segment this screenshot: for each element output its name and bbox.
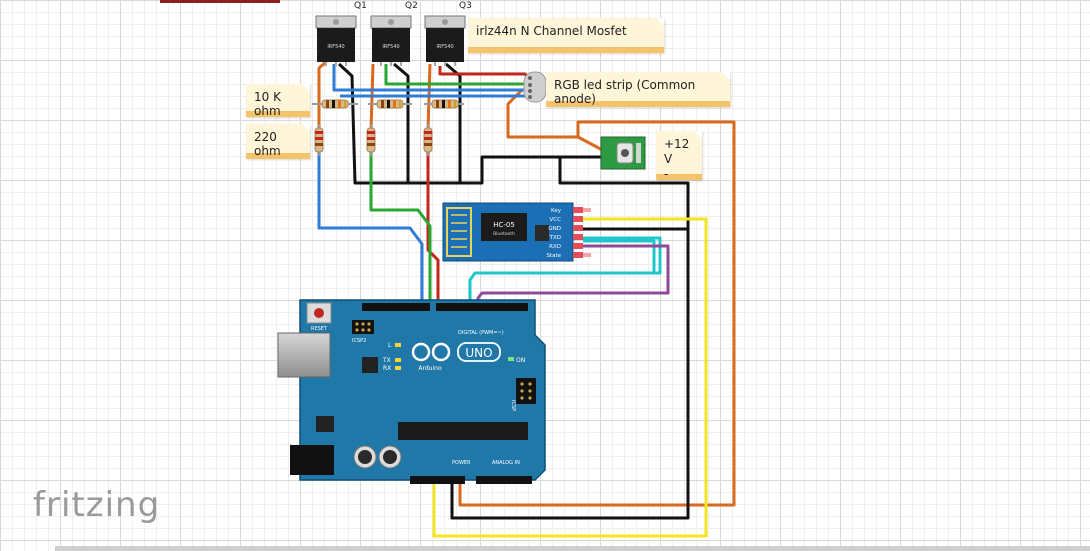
transistor-q3[interactable]: IRF540 Q3 [424,1,472,66]
wire-orange-q1[interactable] [317,60,327,130]
hc05-pin-headers [573,207,591,258]
rgb-strip-connector[interactable] [523,71,547,103]
digital-header-high[interactable] [436,303,528,311]
q1-ref-label: Q1 [354,1,367,11]
resistor-220-3[interactable] [423,124,433,156]
icsp2-label: ICSP2 [352,338,366,344]
note-220[interactable]: 220 ohm [246,124,310,159]
note-ledstrip[interactable]: RGB led strip (Common anode) [546,72,730,107]
led-on [508,357,514,361]
led-rx [395,366,401,370]
led-tx-label: TX [382,357,391,364]
hc05-pin-key: Key [551,208,562,214]
led-l [395,343,401,347]
power-label: POWER [452,460,471,466]
note-10k-text: 10 K ohm [254,90,281,118]
schematic-canvas: IRF540 Q1 IRF540 Q2 IRF540 Q3 HC-05 Blue… [277,1,736,538]
note-power[interactable]: +12 V - [656,131,702,181]
icsp-header[interactable] [516,378,536,404]
resistor-220-2[interactable] [366,124,376,156]
usb-port[interactable] [277,332,331,378]
hc05-module[interactable]: HC-05 Bluetooth Key VCC GND TXD RXD Stat… [442,202,591,262]
usb-chip [362,357,378,373]
note-mosfet-text: irlz44n N Channel Mosfet [476,24,627,38]
note-220-text: 220 ohm [254,130,281,158]
q1-part-label: IRF540 [327,44,344,50]
hc05-pin-txd: TXD [549,235,561,241]
digital-label: DIGITAL (PWM=~) [458,330,504,336]
q3-part-label: IRF540 [436,44,453,50]
hc05-pin-state: State [546,253,561,259]
reset-button[interactable] [314,308,324,318]
icsp2-header[interactable] [352,320,374,334]
analog-label: ANALOG IN [492,460,520,466]
q2-ref-label: Q2 [405,1,418,11]
led-rx-label: RX [383,365,391,372]
analog-header[interactable] [476,476,532,484]
transistor-q2[interactable]: IRF540 Q2 [370,1,418,66]
resistor-10k-2[interactable] [368,99,412,109]
q3-ref-label: Q3 [459,1,472,11]
uno-label: UNO [465,346,492,360]
resistor-220-1[interactable] [314,124,324,156]
resistors [312,99,464,156]
dc-jack[interactable] [290,445,334,475]
fritzing-watermark: fritzing [33,485,161,525]
atmega-chip [398,422,528,440]
note-mosfet[interactable]: irlz44n N Channel Mosfet [468,18,664,53]
transistor-q1[interactable]: IRF540 Q1 [315,1,367,66]
arduino-uno-board[interactable]: RESET ICSP2 DIGITAL (PWM=~) L TX RX ON U… [277,299,546,484]
q2-part-label: IRF540 [382,44,399,50]
note-power-minus: - [664,167,669,181]
wire-red-strip[interactable] [438,66,532,81]
power-jack-module[interactable] [600,136,646,170]
hc05-name: HC-05 [493,221,515,229]
digital-header-low[interactable] [362,303,430,311]
hc05-pin-gnd: GND [548,226,561,232]
led-tx [395,358,401,362]
hc05-sub: Bluetooth [493,231,515,237]
bottom-scrollbar[interactable] [55,546,1090,551]
arduino-label: Arduino [418,365,442,372]
voltage-regulator [316,416,334,432]
note-ledstrip-text: RGB led strip (Common anode) [554,78,696,106]
wire-black-q3[interactable] [445,62,462,183]
led-on-label: ON [516,357,525,364]
hc05-pin-vcc: VCC [550,217,562,223]
note-10k[interactable]: 10 K ohm [246,84,310,118]
icsp-label: ICSP [510,400,516,411]
power-header[interactable] [410,476,465,484]
wire-black-q2[interactable] [393,62,410,183]
note-power-plus: +12 V [664,137,690,166]
hc05-pin-rxd: RXD [549,244,561,250]
reset-label: RESET [311,326,328,332]
